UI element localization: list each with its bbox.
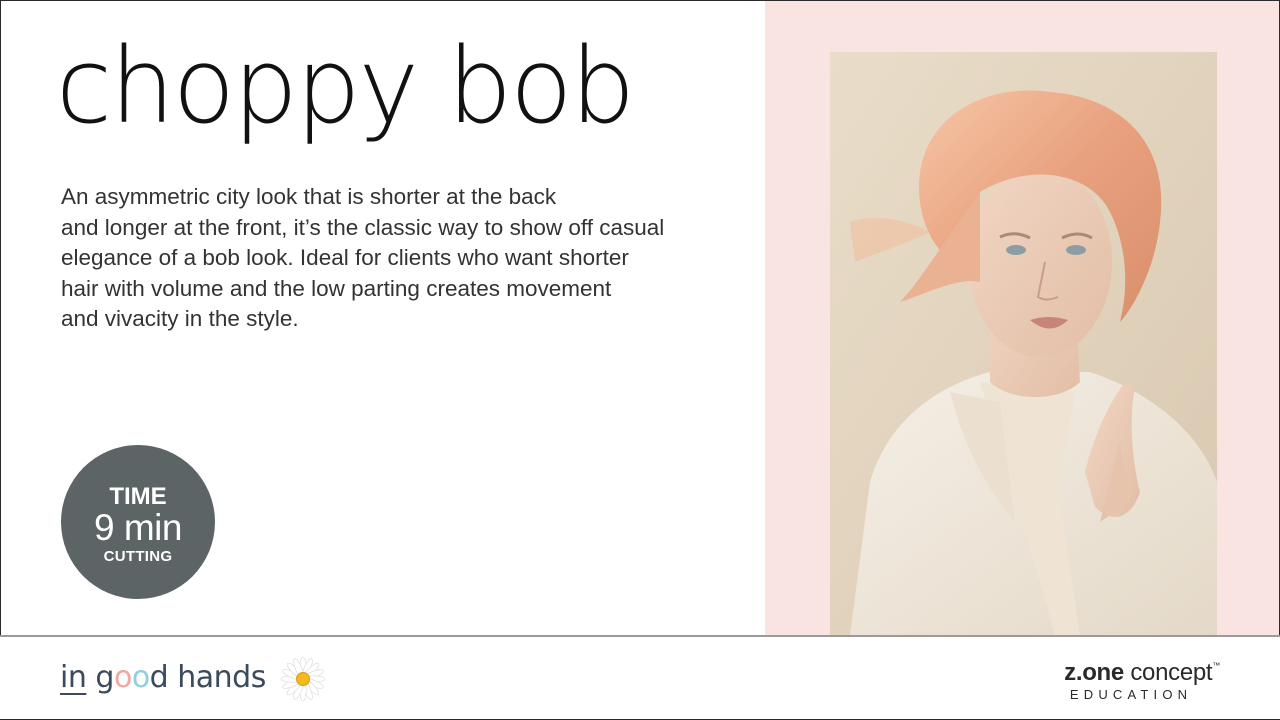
brand-letter-o-blue: o (131, 660, 150, 695)
brand-word-in: in (60, 660, 87, 695)
partner-logo-bold: z.one (1064, 659, 1124, 686)
partner-logo-rest: concept (1123, 659, 1213, 686)
brand-letter-g: g (95, 660, 114, 695)
footer: in good hands z.one concept™ EDUCATION (0, 637, 1280, 719)
description-line: An asymmetric city look that is shorter … (61, 184, 557, 209)
brand-word-hands: hands (177, 660, 266, 695)
time-badge: TIME 9 min CUTTING (61, 445, 215, 599)
description: An asymmetric city look that is shorter … (61, 182, 751, 335)
page-title: choppy bob (56, 34, 645, 138)
partner-logo-subtitle: EDUCATION (1069, 687, 1193, 702)
time-badge-note: CUTTING (103, 548, 173, 565)
time-badge-value: 9 min (94, 507, 182, 548)
time-badge-label: TIME (109, 483, 167, 510)
brand-letter-o-pink: o (113, 660, 132, 695)
description-line: and vivacity in the style. (61, 306, 299, 331)
description-line: hair with volume and the low parting cre… (61, 275, 612, 301)
partner-logo-name: z.one concept™ (1064, 659, 1220, 687)
model-photo (830, 52, 1217, 635)
partner-logo: z.one concept™ EDUCATION (1064, 659, 1220, 702)
page-title-text: choppy bob (56, 25, 635, 147)
brand-letter-d: d (149, 660, 169, 695)
description-line: elegance of a bob look. Ideal for client… (61, 245, 629, 270)
description-line: and longer at the front, it’s the classi… (61, 214, 665, 240)
brand-logo: in good hands (60, 660, 266, 695)
daisy-icon (280, 656, 326, 702)
partner-logo-tm: ™ (1212, 661, 1220, 670)
